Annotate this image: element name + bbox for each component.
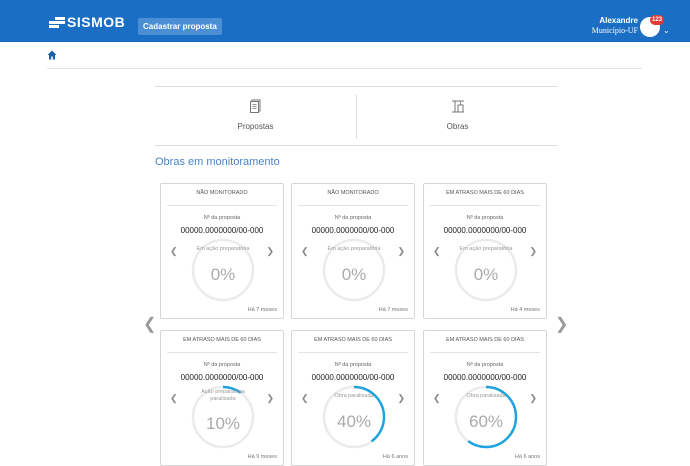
card-phase: Em ação preparatória: [196, 246, 250, 252]
card-status: EM ATRASO MAIS DE 60 DIAS: [446, 337, 524, 343]
proposal-number: 00000.0000000/00-000: [311, 373, 395, 382]
carousel-prev-icon[interactable]: ❮: [143, 314, 156, 334]
tab-obras-label: Obras: [446, 122, 469, 131]
card-time-ago: Há 7 meses: [247, 307, 277, 313]
card-time-ago: Há 7 meses: [378, 307, 408, 313]
card-percent: 0%: [341, 265, 367, 284]
proposal-number-label: Nº da proposta: [334, 215, 372, 221]
card-prev-icon[interactable]: ❮: [170, 246, 178, 257]
logo-mark-icon: [49, 16, 65, 28]
proposal-number-label: Nº da proposta: [466, 362, 504, 368]
tabs-panel: Propostas Obras: [155, 86, 558, 146]
card-phase: Em ação preparatória: [459, 246, 513, 252]
card-phase: Obra paralisada: [466, 393, 506, 399]
card-divider: [298, 205, 408, 206]
proposal-number: 00000.0000000/00-000: [443, 373, 527, 382]
card-divider: [167, 205, 277, 206]
cadastrar-proposta-button[interactable]: Cadastrar proposta: [138, 18, 222, 35]
card-prev-icon[interactable]: ❮: [170, 393, 178, 404]
user-info[interactable]: Alexandre Município-UF: [592, 16, 638, 36]
card-percent: 40%: [336, 412, 372, 431]
card-percent: 10%: [205, 414, 241, 433]
proposal-number: 00000.0000000/00-000: [443, 226, 527, 235]
card-time-ago: Há 4 meses: [510, 307, 540, 313]
card-next-icon[interactable]: ❯: [529, 393, 537, 404]
card-phase: Ação preparatória paralisada: [201, 389, 245, 402]
card-divider: [430, 205, 540, 206]
card-status: EM ATRASO MAIS DE 60 DIAS: [183, 337, 261, 343]
proposal-number-label: Nº da proposta: [203, 215, 241, 221]
card-phase: Em ação preparatória: [327, 246, 381, 252]
proposal-number-label: Nº da proposta: [466, 215, 504, 221]
card-status: EM ATRASO MAIS DE 60 DIAS: [446, 190, 524, 196]
proposal-number: 00000.0000000/00-000: [180, 226, 264, 235]
proposal-number-label: Nº da proposta: [203, 362, 241, 368]
card-prev-icon[interactable]: ❮: [301, 246, 309, 257]
card-status: NÃO MONITORADO: [196, 190, 248, 196]
card-status: NÃO MONITORADO: [327, 190, 379, 196]
card-phase: Obra paralisada: [334, 393, 374, 399]
card-prev-icon[interactable]: ❮: [301, 393, 309, 404]
card-divider: [430, 352, 540, 353]
card-next-icon[interactable]: ❯: [266, 393, 274, 404]
proposal-number: 00000.0000000/00-000: [311, 226, 395, 235]
obra-card[interactable]: NÃO MONITORADO Nº da proposta 00000.0000…: [291, 183, 415, 319]
header-divider: [47, 68, 642, 69]
construction-icon: [452, 100, 464, 113]
sismob-logo[interactable]: SISMOB: [49, 14, 125, 30]
top-bar: SISMOB Cadastrar proposta Alexandre Muni…: [0, 0, 690, 42]
card-divider: [298, 352, 408, 353]
card-time-ago: Há 6 anos: [514, 454, 540, 460]
card-status: EM ATRASO MAIS DE 60 DIAS: [314, 337, 392, 343]
card-prev-icon[interactable]: ❮: [433, 246, 441, 257]
section-title: Obras em monitoramento: [155, 156, 280, 168]
notification-badge[interactable]: 123: [650, 15, 665, 25]
user-org: Município-UF: [591, 26, 638, 35]
card-time-ago: Há 6 anos: [382, 454, 408, 460]
card-next-icon[interactable]: ❯: [529, 246, 537, 257]
proposal-number: 00000.0000000/00-000: [180, 373, 264, 382]
obra-card[interactable]: EM ATRASO MAIS DE 60 DIAS Nº da proposta…: [423, 183, 547, 319]
obra-card[interactable]: NÃO MONITORADO Nº da proposta 00000.0000…: [160, 183, 284, 319]
tab-propostas[interactable]: Propostas: [155, 87, 356, 145]
card-next-icon[interactable]: ❯: [266, 246, 274, 257]
card-next-icon[interactable]: ❯: [397, 246, 405, 257]
document-icon: [250, 99, 261, 113]
obra-card[interactable]: EM ATRASO MAIS DE 60 DIAS Nº da proposta…: [291, 330, 415, 466]
card-percent: 60%: [468, 412, 504, 431]
card-next-icon[interactable]: ❯: [397, 393, 405, 404]
card-divider: [167, 352, 277, 353]
home-icon[interactable]: [47, 50, 57, 60]
user-name: Alexandre: [599, 16, 638, 25]
logo-text: SISMOB: [67, 14, 126, 30]
card-percent: 0%: [473, 265, 499, 284]
proposal-number-label: Nº da proposta: [334, 362, 372, 368]
carousel-next-icon[interactable]: ❯: [555, 314, 568, 334]
card-time-ago: Há 9 meses: [247, 454, 277, 460]
card-prev-icon[interactable]: ❮: [433, 393, 441, 404]
tab-propostas-label: Propostas: [237, 122, 274, 131]
obra-card[interactable]: EM ATRASO MAIS DE 60 DIAS Nº da proposta…: [160, 330, 284, 466]
obra-card[interactable]: EM ATRASO MAIS DE 60 DIAS Nº da proposta…: [423, 330, 547, 466]
tab-obras[interactable]: Obras: [357, 87, 558, 145]
chevron-down-icon[interactable]: ⌄: [663, 26, 670, 35]
card-percent: 0%: [210, 265, 236, 284]
